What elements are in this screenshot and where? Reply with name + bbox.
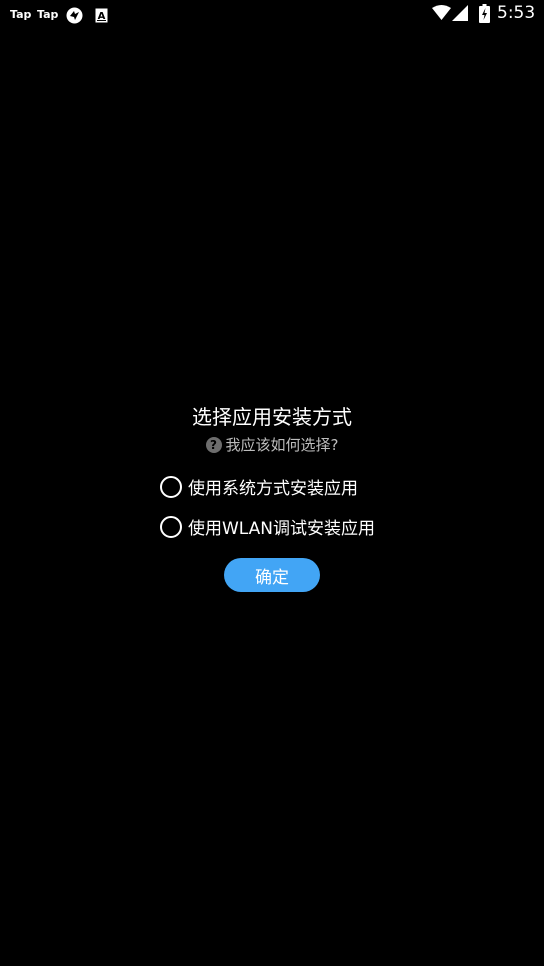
screen: Tap Tap A 5:53 选择应用安装方式 ? 我应该如何选择? 使用系统方… (0, 0, 544, 966)
option-label[interactable]: 使用系统方式安装应用 (188, 474, 358, 499)
wifi-icon (432, 5, 451, 25)
option-wlan-debug-install[interactable]: 使用WLAN调试安装应用 (160, 514, 375, 539)
confirm-button[interactable]: 确定 (224, 558, 320, 592)
dialog-title: 选择应用安装方式 (192, 405, 352, 429)
help-text[interactable]: 我应该如何选择? (226, 434, 339, 455)
a-box-icon: A (95, 6, 108, 24)
battery-charging-icon (479, 4, 490, 27)
option-system-install[interactable]: 使用系统方式安装应用 (160, 474, 358, 499)
cell-signal-icon (452, 5, 468, 25)
help-icon: ? (205, 436, 222, 453)
status-clock: 5:53 (497, 3, 536, 23)
radio-button[interactable] (160, 475, 182, 498)
radio-button[interactable] (160, 515, 182, 538)
taptap-icon: Tap (10, 7, 32, 21)
taptap-icon: Tap (37, 7, 59, 21)
share-icon (66, 6, 83, 24)
status-bar: Tap Tap A 5:53 (0, 0, 544, 28)
option-label[interactable]: 使用WLAN调试安装应用 (188, 514, 375, 539)
help-link[interactable]: ? 我应该如何选择? (0, 434, 544, 455)
